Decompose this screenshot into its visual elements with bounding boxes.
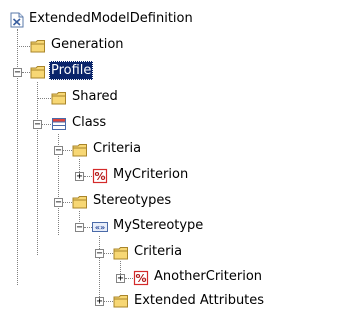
tree-branch-line (125, 278, 133, 279)
class-metaclass-icon[interactable] (51, 116, 67, 132)
tree-branch-line (42, 124, 51, 125)
tree-branch-line (22, 72, 30, 73)
tree-guide-line (99, 236, 100, 301)
extended-model-definition-icon[interactable] (9, 12, 25, 28)
stereotype-icon[interactable]: «» (92, 219, 108, 235)
tree-node-generation[interactable]: Generation (49, 35, 126, 54)
tree-node-mystereotype[interactable]: MyStereotype (111, 216, 205, 235)
folder-icon[interactable] (30, 64, 46, 80)
expand-toggle[interactable]: + (75, 172, 84, 182)
collapse-toggle[interactable]: − (95, 249, 104, 259)
tree-branch-line (17, 46, 30, 47)
criterion-glyph: % (135, 272, 146, 285)
expand-toggle[interactable]: + (95, 297, 104, 307)
tree-node-criteria[interactable]: Criteria (91, 139, 143, 158)
criterion-icon[interactable]: % (92, 168, 108, 184)
tree-node-stereotypes[interactable]: Stereotypes (91, 191, 173, 210)
collapse-toggle[interactable]: − (54, 198, 63, 208)
collapse-toggle[interactable]: − (54, 146, 63, 156)
stereotype-glyph: «» (95, 223, 105, 232)
tree-node-shared[interactable]: Shared (70, 87, 120, 106)
folder-icon[interactable] (72, 142, 88, 158)
tree-node-extended-attributes[interactable]: Extended Attributes (132, 291, 266, 310)
tree-branch-line (84, 176, 92, 177)
tree-node-extended-model-definition[interactable]: ExtendedModelDefinition (27, 9, 195, 28)
folder-icon[interactable] (72, 194, 88, 210)
tree-branch-line (37, 98, 51, 99)
tree-branch-line (104, 253, 113, 254)
folder-icon[interactable] (113, 293, 129, 309)
model-tree: ExtendedModelDefinition Generation − Pro… (0, 0, 344, 311)
tree-branch-line (104, 301, 113, 302)
tree-node-class[interactable]: Class (70, 113, 108, 132)
folder-icon[interactable] (51, 90, 67, 106)
tree-branch-line (84, 227, 92, 228)
expand-toggle[interactable]: + (116, 274, 125, 284)
tree-node-anothercriterion[interactable]: AnotherCriterion (152, 267, 264, 286)
criterion-icon[interactable]: % (133, 270, 149, 286)
folder-icon[interactable] (30, 38, 46, 54)
collapse-toggle[interactable]: − (13, 68, 22, 78)
tree-guide-line (37, 82, 38, 255)
tree-branch-line (63, 150, 72, 151)
tree-node-profile[interactable]: Profile (49, 61, 94, 80)
tree-node-criteria-nested[interactable]: Criteria (132, 242, 184, 261)
criterion-glyph: % (94, 170, 105, 183)
collapse-toggle[interactable]: − (75, 223, 84, 233)
tree-branch-line (63, 202, 72, 203)
collapse-toggle[interactable]: − (33, 120, 42, 130)
tree-node-mycriterion[interactable]: MyCriterion (111, 165, 190, 184)
folder-icon[interactable] (113, 245, 129, 261)
